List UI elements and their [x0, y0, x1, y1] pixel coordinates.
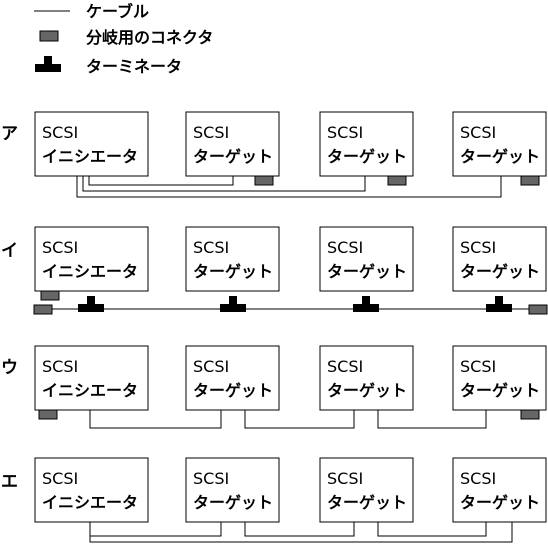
target-box	[452, 345, 547, 411]
connector	[387, 175, 407, 186]
box-line2: イニシエータ	[42, 147, 138, 166]
cable-e-1	[89, 522, 222, 537]
box-line1: SCSI	[42, 469, 78, 488]
connector	[520, 409, 540, 420]
legend-terminator-label: ターミネータ	[86, 57, 182, 76]
box-line2: ターゲット	[460, 147, 540, 166]
connector	[254, 175, 274, 186]
target-box	[185, 345, 280, 411]
scsi-connection-diagram: ケーブル 分岐用のコネクタ ターミネータ ア イ ウ エ SCSI イニシエータ…	[1, 2, 548, 543]
initiator-box	[34, 345, 149, 411]
cable-a-middle	[82, 176, 366, 192]
row-label-i: イ	[1, 241, 18, 261]
box-line1: SCSI	[193, 469, 229, 488]
connector	[40, 290, 60, 301]
target-box	[185, 226, 280, 292]
cable-u-1	[89, 410, 222, 429]
target-box	[452, 457, 547, 523]
box-line2: イニシエータ	[42, 381, 138, 400]
box-line2: ターゲット	[327, 147, 407, 166]
cable-e-3	[377, 522, 487, 537]
box-line1: SCSI	[42, 238, 78, 257]
target-box	[452, 226, 547, 292]
box-line1: SCSI	[193, 357, 229, 376]
legend: ケーブル 分岐用のコネクタ ターミネータ	[34, 2, 213, 76]
device-boxes	[34, 111, 547, 523]
initiator-box	[34, 111, 149, 177]
box-line2: ターゲット	[327, 381, 407, 400]
target-box	[452, 111, 547, 177]
connector	[520, 175, 540, 186]
cable-a-inner	[88, 176, 234, 186]
cable-u-3	[377, 410, 487, 429]
legend-connector-icon	[39, 30, 59, 42]
box-line1: SCSI	[460, 123, 496, 142]
terminator	[78, 296, 104, 312]
legend-connector-label: 分岐用のコネクタ	[86, 28, 213, 47]
terminator	[353, 296, 379, 312]
box-line2: イニシエータ	[42, 493, 138, 512]
box-line2: ターゲット	[193, 147, 273, 166]
cable-e-return	[89, 522, 513, 543]
cable-e-2	[244, 522, 355, 537]
box-line1: SCSI	[327, 469, 363, 488]
box-line2: ターゲット	[193, 262, 273, 281]
cable-u-2	[244, 410, 355, 429]
row-label-a: ア	[1, 124, 18, 144]
target-box	[185, 111, 280, 177]
connector	[38, 409, 58, 420]
connector	[528, 304, 548, 315]
target-box	[319, 226, 414, 292]
box-line1: SCSI	[327, 357, 363, 376]
box-line2: ターゲット	[460, 262, 540, 281]
box-line1: SCSI	[42, 123, 78, 142]
legend-cable-label: ケーブル	[86, 2, 149, 21]
target-box	[319, 345, 414, 411]
connector	[33, 304, 53, 315]
cable-a-outer	[76, 176, 502, 198]
terminators	[78, 296, 512, 312]
box-line1: SCSI	[460, 357, 496, 376]
box-line2: ターゲット	[193, 493, 273, 512]
row-label-e: エ	[1, 472, 18, 492]
box-line1: SCSI	[327, 123, 363, 142]
box-line2: ターゲット	[460, 381, 540, 400]
box-labels: SCSI イニシエータ SCSI ターゲット SCSI ターゲット SCSI タ…	[42, 123, 540, 512]
initiator-box	[34, 226, 149, 292]
terminator	[486, 296, 512, 312]
target-box	[185, 457, 280, 523]
box-line2: ターゲット	[460, 493, 540, 512]
box-line1: SCSI	[327, 238, 363, 257]
legend-terminator-icon	[35, 56, 61, 72]
box-line1: SCSI	[460, 238, 496, 257]
box-line1: SCSI	[193, 123, 229, 142]
target-box	[319, 111, 414, 177]
box-line2: ターゲット	[193, 381, 273, 400]
box-line1: SCSI	[42, 357, 78, 376]
initiator-box	[34, 457, 149, 523]
row-label-u: ウ	[1, 358, 18, 378]
box-line1: SCSI	[460, 469, 496, 488]
terminator	[220, 296, 246, 312]
box-line1: SCSI	[193, 238, 229, 257]
box-line2: ターゲット	[327, 493, 407, 512]
box-line2: イニシエータ	[42, 262, 138, 281]
box-line2: ターゲット	[327, 262, 407, 281]
target-box	[319, 457, 414, 523]
